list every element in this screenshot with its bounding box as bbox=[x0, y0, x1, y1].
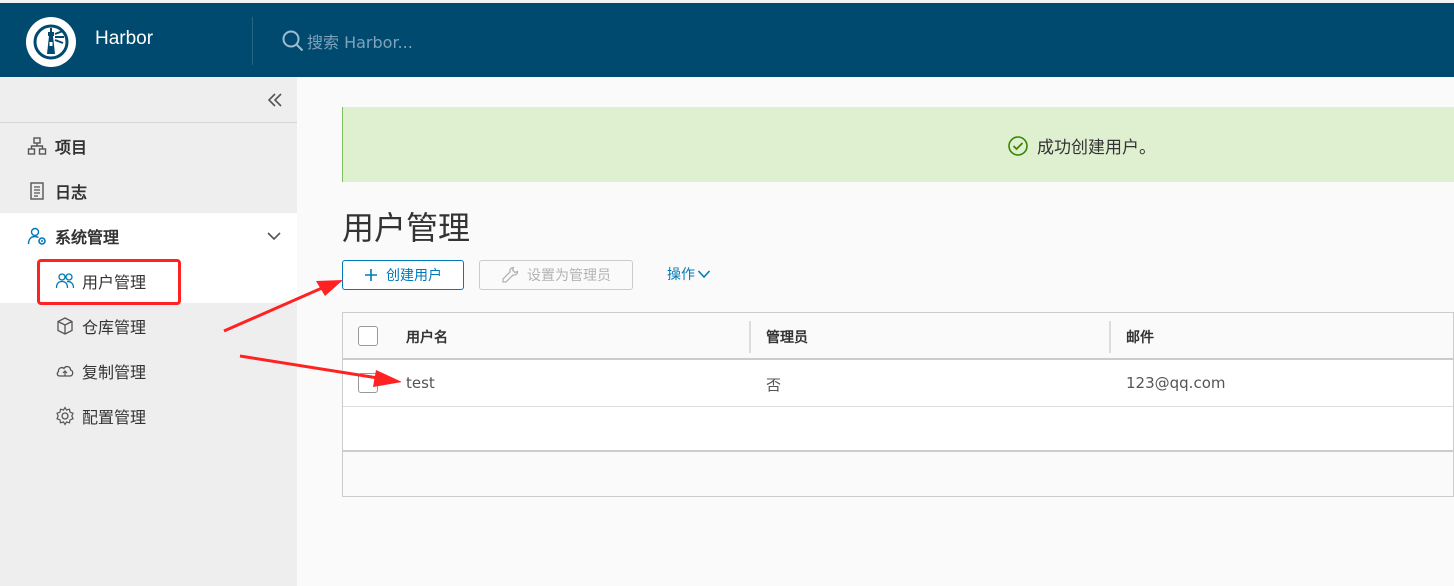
sidebar-item-admin[interactable]: 系统管理 bbox=[0, 213, 297, 258]
header-divider bbox=[252, 17, 253, 65]
select-all-checkbox[interactable] bbox=[358, 326, 378, 346]
cell-admin: 否 bbox=[766, 376, 782, 394]
set-admin-button[interactable]: 设置为管理员 bbox=[479, 260, 633, 290]
collapse-sidebar-button[interactable] bbox=[266, 91, 284, 113]
projects-icon bbox=[27, 136, 47, 156]
create-user-button[interactable]: 创建用户 bbox=[342, 260, 464, 290]
table-row[interactable]: test 否 123@qq.com bbox=[343, 360, 1453, 407]
sidebar-subitem-settings[interactable]: 配置管理 bbox=[0, 393, 297, 438]
column-header-admin[interactable]: 管理员 bbox=[766, 327, 808, 347]
chevron-down-icon bbox=[697, 267, 711, 281]
alert-message: 成功创建用户。 bbox=[1037, 138, 1156, 158]
search-icon bbox=[282, 30, 304, 52]
column-header-email[interactable]: 邮件 bbox=[1126, 327, 1154, 347]
sidebar-subitem-label: 仓库管理 bbox=[82, 317, 147, 337]
create-user-label: 创建用户 bbox=[386, 268, 442, 284]
replication-icon bbox=[55, 361, 75, 381]
chevron-down-icon bbox=[266, 228, 282, 248]
lighthouse-icon bbox=[33, 24, 69, 60]
cell-email: 123@qq.com bbox=[1126, 374, 1226, 392]
column-resize-handle[interactable] bbox=[749, 321, 751, 353]
table-footer bbox=[343, 450, 1453, 496]
admin-icon bbox=[27, 226, 47, 246]
plus-icon bbox=[364, 268, 378, 282]
table-header: 用户名 管理员 邮件 bbox=[343, 313, 1453, 360]
sidebar-subitem-registries[interactable]: 仓库管理 bbox=[0, 303, 297, 348]
search-input[interactable]: 搜索 Harbor... bbox=[307, 29, 413, 53]
sidebar-subitem-label: 配置管理 bbox=[82, 407, 147, 427]
logs-icon bbox=[27, 181, 47, 201]
sidebar-subitem-replication[interactable]: 复制管理 bbox=[0, 348, 297, 393]
sidebar-collapse-bar bbox=[0, 77, 297, 123]
sidebar-subitem-label: 复制管理 bbox=[82, 362, 147, 382]
sidebar-item-logs[interactable]: 日志 bbox=[0, 168, 297, 213]
users-table: 用户名 管理员 邮件 test 否 123@qq.com bbox=[342, 312, 1454, 497]
double-chevron-left-icon bbox=[267, 93, 282, 107]
cell-username: test bbox=[406, 374, 435, 392]
registry-icon bbox=[55, 316, 75, 336]
column-resize-handle[interactable] bbox=[1109, 321, 1111, 353]
actions-label: 操作 bbox=[667, 267, 695, 283]
settings-icon bbox=[55, 405, 75, 426]
alert-content: 成功创建用户。 bbox=[1007, 133, 1156, 158]
column-header-username[interactable]: 用户名 bbox=[406, 327, 448, 347]
actions-dropdown[interactable]: 操作 bbox=[667, 264, 711, 284]
sidebar-item-projects[interactable]: 项目 bbox=[0, 123, 297, 168]
page-title: 用户管理 bbox=[342, 209, 471, 247]
row-checkbox[interactable] bbox=[358, 373, 378, 393]
success-alert: 成功创建用户。 bbox=[342, 107, 1454, 182]
wrench-icon bbox=[501, 266, 519, 284]
sidebar-item-label: 日志 bbox=[55, 182, 88, 202]
set-admin-label: 设置为管理员 bbox=[527, 268, 611, 284]
sidebar-item-label: 系统管理 bbox=[55, 227, 120, 247]
sidebar: 项目 日志 系统管理 用户管理 仓库管理 复制管理 配置管理 bbox=[0, 77, 297, 586]
app-title[interactable]: Harbor bbox=[95, 28, 153, 50]
annotation-highlight-box bbox=[37, 259, 181, 305]
global-search[interactable]: 搜索 Harbor... bbox=[282, 29, 413, 53]
harbor-logo[interactable] bbox=[26, 17, 76, 67]
top-header: Harbor 搜索 Harbor... bbox=[0, 0, 1454, 77]
check-circle-icon bbox=[1008, 135, 1028, 156]
sidebar-item-label: 项目 bbox=[55, 137, 88, 157]
